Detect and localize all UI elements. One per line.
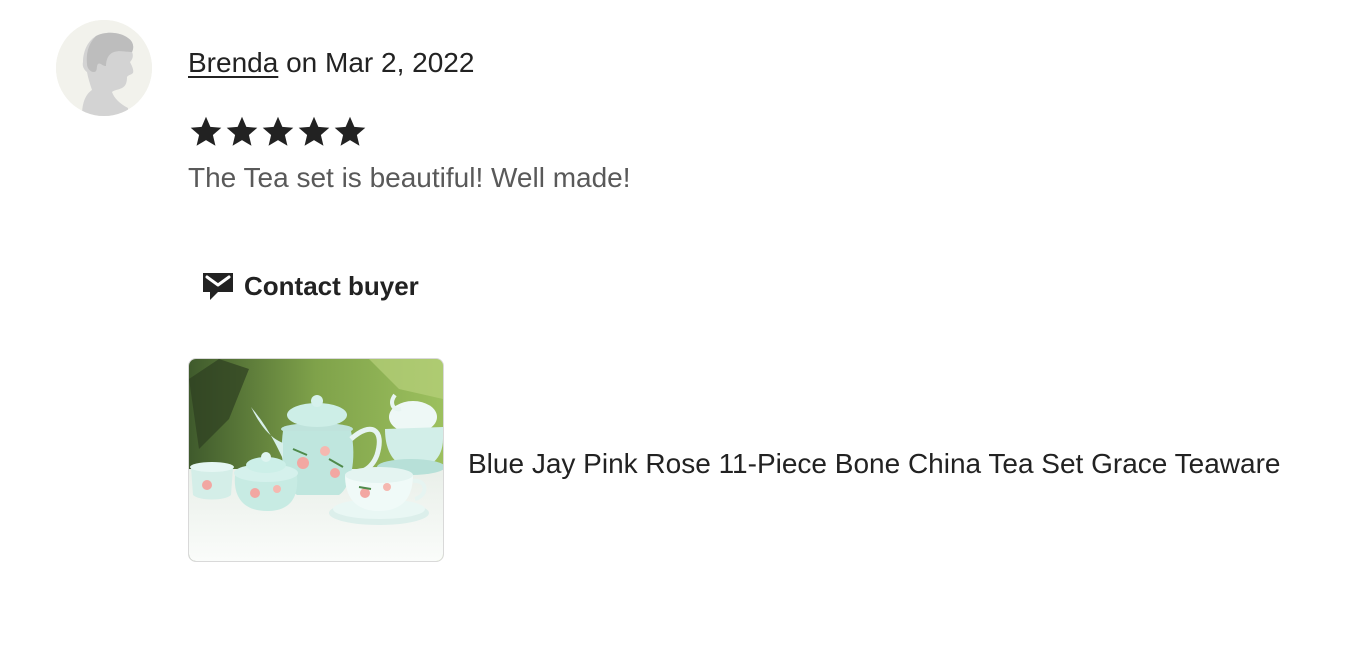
star-rating — [188, 114, 368, 150]
product-title-link[interactable]: Blue Jay Pink Rose 11-Piece Bone China T… — [468, 445, 1280, 483]
review-meta: Brenda on Mar 2, 2022 — [188, 44, 474, 82]
review-date: on Mar 2, 2022 — [278, 47, 475, 78]
star-icon — [190, 116, 222, 146]
tea-set-photo — [189, 359, 443, 561]
star-icon — [334, 116, 366, 146]
product-image[interactable] — [188, 358, 444, 562]
default-avatar-icon — [56, 20, 152, 116]
reviewer-name-link[interactable]: Brenda — [188, 47, 278, 78]
star-icon — [262, 116, 294, 146]
review-text: The Tea set is beautiful! Well made! — [188, 162, 631, 193]
star-icon — [226, 116, 258, 146]
star-icon — [298, 116, 330, 146]
message-icon — [203, 273, 233, 300]
review-card: Brenda on Mar 2, 2022 The Tea set is bea… — [0, 0, 1372, 660]
contact-buyer-label: Contact buyer — [244, 270, 419, 301]
avatar[interactable] — [56, 20, 152, 116]
contact-buyer-button[interactable]: Contact buyer — [196, 262, 425, 310]
